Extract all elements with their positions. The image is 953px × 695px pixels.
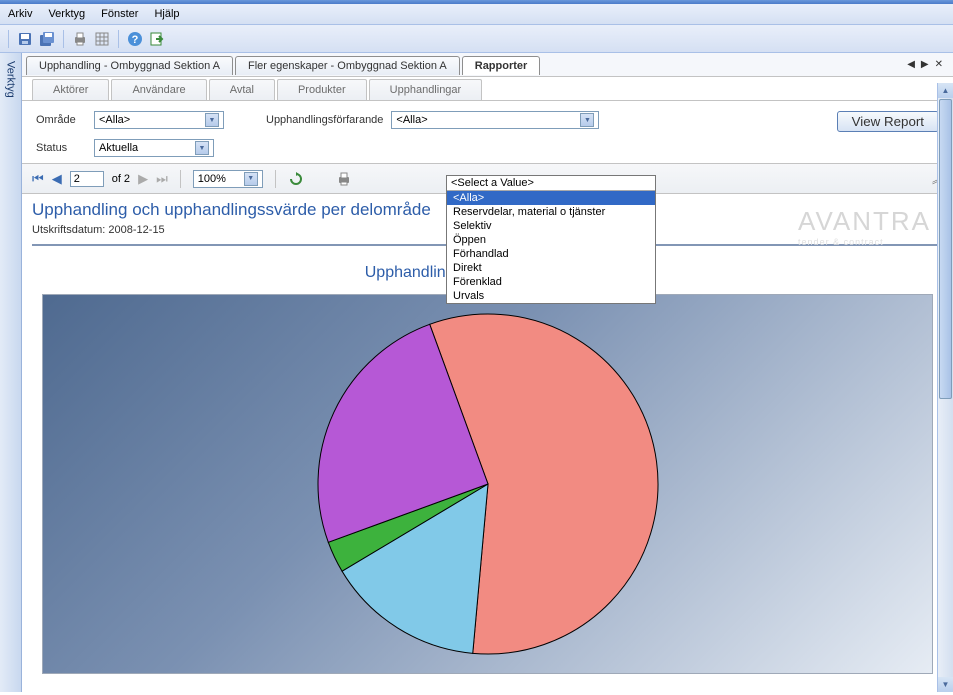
next-page-icon[interactable]: ▶ — [138, 171, 148, 187]
dropdown-option-oppen[interactable]: Öppen — [447, 233, 655, 247]
svg-text:?: ? — [132, 34, 139, 46]
dropdown-option-alla[interactable]: <Alla> — [447, 191, 655, 205]
tab-fler-egenskaper[interactable]: Fler egenskaper - Ombyggnad Sektion A — [235, 56, 460, 75]
menu-verktyg[interactable]: Verktyg — [48, 8, 85, 20]
upphandling-value: <Alla> — [396, 114, 427, 126]
view-report-button[interactable]: View Report — [837, 111, 939, 132]
upphandling-dropdown-list: <Select a Value> <Alla> Reservdelar, mat… — [446, 175, 656, 304]
filter-panel: Område <Alla> ▼ Status Aktuella ▼ Upphan… — [22, 101, 953, 164]
chevron-down-icon: ▼ — [244, 172, 258, 186]
report-subtabs: Aktörer Användare Avtal Produkter Upphan… — [22, 77, 953, 101]
page-of-label: of 2 — [112, 173, 130, 185]
zoom-dropdown[interactable]: 100% ▼ — [193, 170, 263, 188]
print-icon[interactable] — [72, 31, 88, 47]
scroll-down-icon[interactable]: ▼ — [938, 677, 953, 692]
export-icon[interactable] — [149, 31, 165, 47]
brand-watermark: AVANTRA tender & contract — [798, 206, 931, 247]
upphandling-label: Upphandlingsförfarande — [266, 114, 383, 126]
menu-arkiv[interactable]: Arkiv — [8, 8, 32, 20]
save-icon[interactable] — [17, 31, 33, 47]
tab-rapporter[interactable]: Rapporter — [462, 56, 541, 75]
refresh-icon[interactable] — [288, 171, 304, 187]
sidebar-label: Verktyg — [5, 61, 17, 98]
page-number-input[interactable] — [70, 171, 104, 187]
omrade-label: Område — [36, 114, 86, 126]
sidebar-verktyg[interactable]: Verktyg — [0, 53, 22, 692]
menu-fonster[interactable]: Fönster — [101, 8, 138, 20]
scroll-up-icon[interactable]: ▲ — [938, 83, 953, 98]
zoom-value: 100% — [198, 173, 226, 185]
subtab-aktorer[interactable]: Aktörer — [32, 79, 109, 100]
subtab-avtal[interactable]: Avtal — [209, 79, 275, 100]
status-label: Status — [36, 142, 86, 154]
tabs-scroll-right-icon[interactable]: ▶ — [921, 59, 929, 70]
dropdown-placeholder: <Select a Value> — [447, 176, 655, 191]
upphandling-dropdown[interactable]: <Alla> ▼ — [391, 111, 599, 129]
omrade-dropdown[interactable]: <Alla> ▼ — [94, 111, 224, 129]
chevron-down-icon: ▼ — [580, 113, 594, 127]
dropdown-option-forenklad[interactable]: Förenklad — [447, 275, 655, 289]
scrollbar-thumb[interactable] — [939, 99, 952, 399]
main-toolbar: ? — [0, 25, 953, 53]
dropdown-option-forhandlad[interactable]: Förhandlad — [447, 247, 655, 261]
tabs-scroll-left-icon[interactable]: ◀ — [907, 59, 915, 70]
chevron-down-icon: ▼ — [195, 141, 209, 155]
subtab-anvandare[interactable]: Användare — [111, 79, 206, 100]
save-all-icon[interactable] — [39, 31, 55, 47]
omrade-value: <Alla> — [99, 114, 130, 126]
help-icon[interactable]: ? — [127, 31, 143, 47]
document-tabs: Upphandling - Ombyggnad Sektion A Fler e… — [22, 53, 953, 77]
chevron-down-icon: ▼ — [205, 113, 219, 127]
vertical-scrollbar[interactable]: ▲ ▼ — [937, 83, 953, 692]
status-dropdown[interactable]: Aktuella ▼ — [94, 139, 214, 157]
tab-upphandling[interactable]: Upphandling - Ombyggnad Sektion A — [26, 56, 233, 75]
first-page-icon[interactable]: ⏮ — [32, 171, 44, 187]
pie-chart — [42, 294, 933, 674]
status-value: Aktuella — [99, 142, 138, 154]
dropdown-option-reservdelar[interactable]: Reservdelar, material o tjänster — [447, 205, 655, 219]
menu-bar: Arkiv Verktyg Fönster Hjälp — [0, 4, 953, 25]
menu-hjalp[interactable]: Hjälp — [154, 8, 179, 20]
last-page-icon[interactable]: ⏭ — [156, 171, 168, 187]
print-icon[interactable] — [336, 171, 352, 187]
subtab-produkter[interactable]: Produkter — [277, 79, 367, 100]
dropdown-option-selektiv[interactable]: Selektiv — [447, 219, 655, 233]
prev-page-icon[interactable]: ◀ — [52, 171, 62, 187]
grid-icon[interactable] — [94, 31, 110, 47]
dropdown-option-urvals[interactable]: Urvals — [447, 289, 655, 303]
tabs-close-icon[interactable]: ✕ — [935, 59, 943, 70]
subtab-upphandlingar[interactable]: Upphandlingar — [369, 79, 483, 100]
dropdown-option-direkt[interactable]: Direkt — [447, 261, 655, 275]
